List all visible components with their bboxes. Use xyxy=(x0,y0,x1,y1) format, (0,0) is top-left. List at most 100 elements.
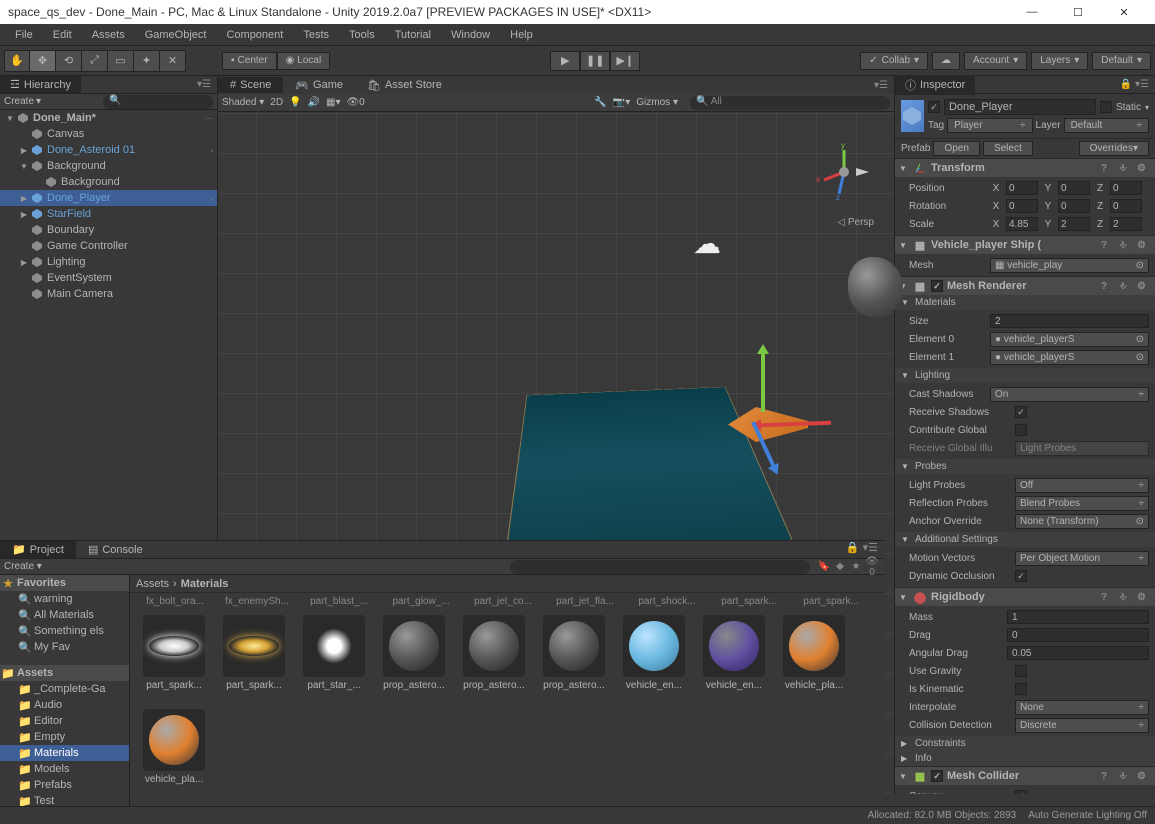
contribute-global[interactable] xyxy=(1015,424,1027,436)
meshcollider-header[interactable]: ▼▦✓ Mesh Collider ?⎀⚙ xyxy=(895,767,1155,785)
move-tool[interactable]: ✥ xyxy=(30,50,56,72)
use-gravity[interactable] xyxy=(1015,665,1027,677)
material-item[interactable]: vehicle_pla... xyxy=(776,615,852,705)
cast-shadows[interactable]: On÷ xyxy=(990,387,1149,402)
custom-tool[interactable]: ✕ xyxy=(160,50,186,72)
scale-x[interactable] xyxy=(1006,217,1038,231)
collab-dropdown[interactable]: ✓Collab▾ xyxy=(860,52,928,70)
folder-item[interactable]: 📁_Complete-Ga xyxy=(0,681,129,697)
menu-help[interactable]: Help xyxy=(500,27,543,43)
minimize-button[interactable]: — xyxy=(1009,0,1055,24)
reflection-probes[interactable]: Blend Probes÷ xyxy=(1015,496,1149,511)
inspector-menu[interactable]: 🔒 ▾☰ xyxy=(1114,79,1155,90)
preset-icon[interactable]: ⎀ xyxy=(1119,163,1133,174)
pos-x[interactable] xyxy=(1006,181,1038,195)
folder-item[interactable]: 📁Empty xyxy=(0,729,129,745)
favorite-item[interactable]: 🔍All Materials xyxy=(0,607,129,623)
close-button[interactable]: ✕ xyxy=(1101,0,1147,24)
project-search[interactable] xyxy=(510,560,810,574)
tag-dropdown[interactable]: Player÷ xyxy=(947,118,1032,133)
transform-header[interactable]: ▼ Transform ?⎀⚙ xyxy=(895,159,1155,177)
material-item[interactable]: part_spark... xyxy=(216,615,292,705)
hierarchy-item[interactable]: ▶Done_Asteroid 01› xyxy=(0,142,217,158)
material-item[interactable]: prop_astero... xyxy=(376,615,452,705)
vis-icon[interactable]: 👁0 xyxy=(346,97,364,108)
scene-context-icon[interactable]: ⋯ xyxy=(205,114,213,123)
gear-icon[interactable]: ⚙ xyxy=(1137,163,1151,174)
menu-window[interactable]: Window xyxy=(441,27,500,43)
filter-asset-icon[interactable]: 🔖 xyxy=(816,561,832,572)
projection-label[interactable]: ◁ Persp xyxy=(837,217,874,228)
prefab-overrides[interactable]: Overrides ▾ xyxy=(1079,141,1149,156)
is-kinematic[interactable] xyxy=(1015,683,1027,695)
motion-vectors[interactable]: Per Object Motion÷ xyxy=(1015,551,1149,566)
hierarchy-tab[interactable]: ☲Hierarchy xyxy=(0,76,81,93)
angular-drag[interactable] xyxy=(1007,646,1149,660)
material-item[interactable]: part_spark... xyxy=(136,615,212,705)
gameobject-icon[interactable] xyxy=(901,100,924,132)
drag[interactable] xyxy=(1007,628,1149,642)
scale-y[interactable] xyxy=(1058,217,1090,231)
console-tab[interactable]: ▤Console xyxy=(76,541,155,558)
pause-button[interactable]: ❚❚ xyxy=(580,51,610,71)
project-tab[interactable]: 📁Project xyxy=(0,541,76,558)
mode-2d[interactable]: 2D xyxy=(270,97,283,108)
meshrenderer-enabled[interactable]: ✓ xyxy=(931,280,943,292)
fx-toggle-icon[interactable]: ▦▾ xyxy=(326,97,340,108)
folder-item[interactable]: 📁Editor xyxy=(0,713,129,729)
hierarchy-menu[interactable]: ▾☰ xyxy=(191,79,217,90)
pos-z[interactable] xyxy=(1110,181,1142,195)
audio-toggle-icon[interactable]: 🔊 xyxy=(308,97,320,108)
meshfilter-header[interactable]: ▼▦ Vehicle_player Ship ( ?⎀⚙ xyxy=(895,236,1155,254)
account-dropdown[interactable]: Account▾ xyxy=(964,52,1027,70)
convex[interactable]: ✓ xyxy=(1015,790,1027,794)
hierarchy-create[interactable]: Create ▾ xyxy=(4,96,41,107)
folder-item[interactable]: 📁Models xyxy=(0,761,129,777)
hierarchy-item[interactable]: Boundary xyxy=(0,222,217,238)
rotate-tool[interactable]: ⟲ xyxy=(56,50,82,72)
scene-tabs-menu[interactable]: ▾☰ xyxy=(868,80,894,91)
meshrenderer-header[interactable]: ▼▦✓ Mesh Renderer ?⎀⚙ xyxy=(895,277,1155,295)
scene-row[interactable]: ▼ Done_Main* ⋯ xyxy=(0,110,217,126)
menu-tutorial[interactable]: Tutorial xyxy=(385,27,441,43)
prefab-open[interactable]: Open xyxy=(933,141,979,156)
camera-icon[interactable]: 📷▾ xyxy=(613,97,630,108)
scale-z[interactable] xyxy=(1110,217,1142,231)
pivot-center[interactable]: ▪Center xyxy=(222,52,277,70)
gameobject-name[interactable] xyxy=(944,99,1096,115)
menu-assets[interactable]: Assets xyxy=(82,27,135,43)
scale-tool[interactable]: ⤢ xyxy=(82,50,108,72)
favorite-item[interactable]: 🔍My Fav xyxy=(0,639,129,655)
menu-file[interactable]: File xyxy=(5,27,43,43)
rot-x[interactable] xyxy=(1006,199,1038,213)
mass[interactable] xyxy=(1007,610,1149,624)
cloud-button[interactable]: ☁ xyxy=(932,52,960,70)
anchor-override[interactable]: None (Transform)⊙ xyxy=(1015,514,1149,529)
help-icon[interactable]: ? xyxy=(1101,163,1115,174)
static-checkbox[interactable] xyxy=(1100,101,1112,113)
rot-z[interactable] xyxy=(1110,199,1142,213)
mat-size[interactable] xyxy=(990,314,1149,328)
material-item[interactable]: vehicle_en... xyxy=(696,615,772,705)
filter-star-icon[interactable]: ★ xyxy=(848,561,864,572)
hierarchy-item[interactable]: ▶StarField xyxy=(0,206,217,222)
layer-dropdown[interactable]: Default÷ xyxy=(1064,118,1149,133)
menu-gameobject[interactable]: GameObject xyxy=(135,27,217,43)
play-button[interactable]: ▶ xyxy=(550,51,580,71)
pos-y[interactable] xyxy=(1058,181,1090,195)
rect-tool[interactable]: ▭ xyxy=(108,50,134,72)
interpolate[interactable]: None÷ xyxy=(1015,700,1149,715)
light-probes[interactable]: Off÷ xyxy=(1015,478,1149,493)
game-tab[interactable]: 🎮Game xyxy=(283,77,355,94)
scene-search[interactable]: 🔍 All xyxy=(690,96,890,110)
layers-dropdown[interactable]: Layers▾ xyxy=(1031,52,1088,70)
hierarchy-item[interactable]: ▼Background xyxy=(0,158,217,174)
material-item[interactable]: vehicle_en... xyxy=(616,615,692,705)
scene-tab[interactable]: #Scene xyxy=(218,77,283,93)
dynamic-occlusion[interactable]: ✓ xyxy=(1015,570,1027,582)
mesh-field[interactable]: ▦ vehicle_play⊙ xyxy=(990,258,1149,273)
maximize-button[interactable]: ☐ xyxy=(1055,0,1101,24)
material-item[interactable]: vehicle_pla... xyxy=(136,709,212,799)
favorite-item[interactable]: 🔍Something els xyxy=(0,623,129,639)
material-item[interactable]: prop_astero... xyxy=(536,615,612,705)
